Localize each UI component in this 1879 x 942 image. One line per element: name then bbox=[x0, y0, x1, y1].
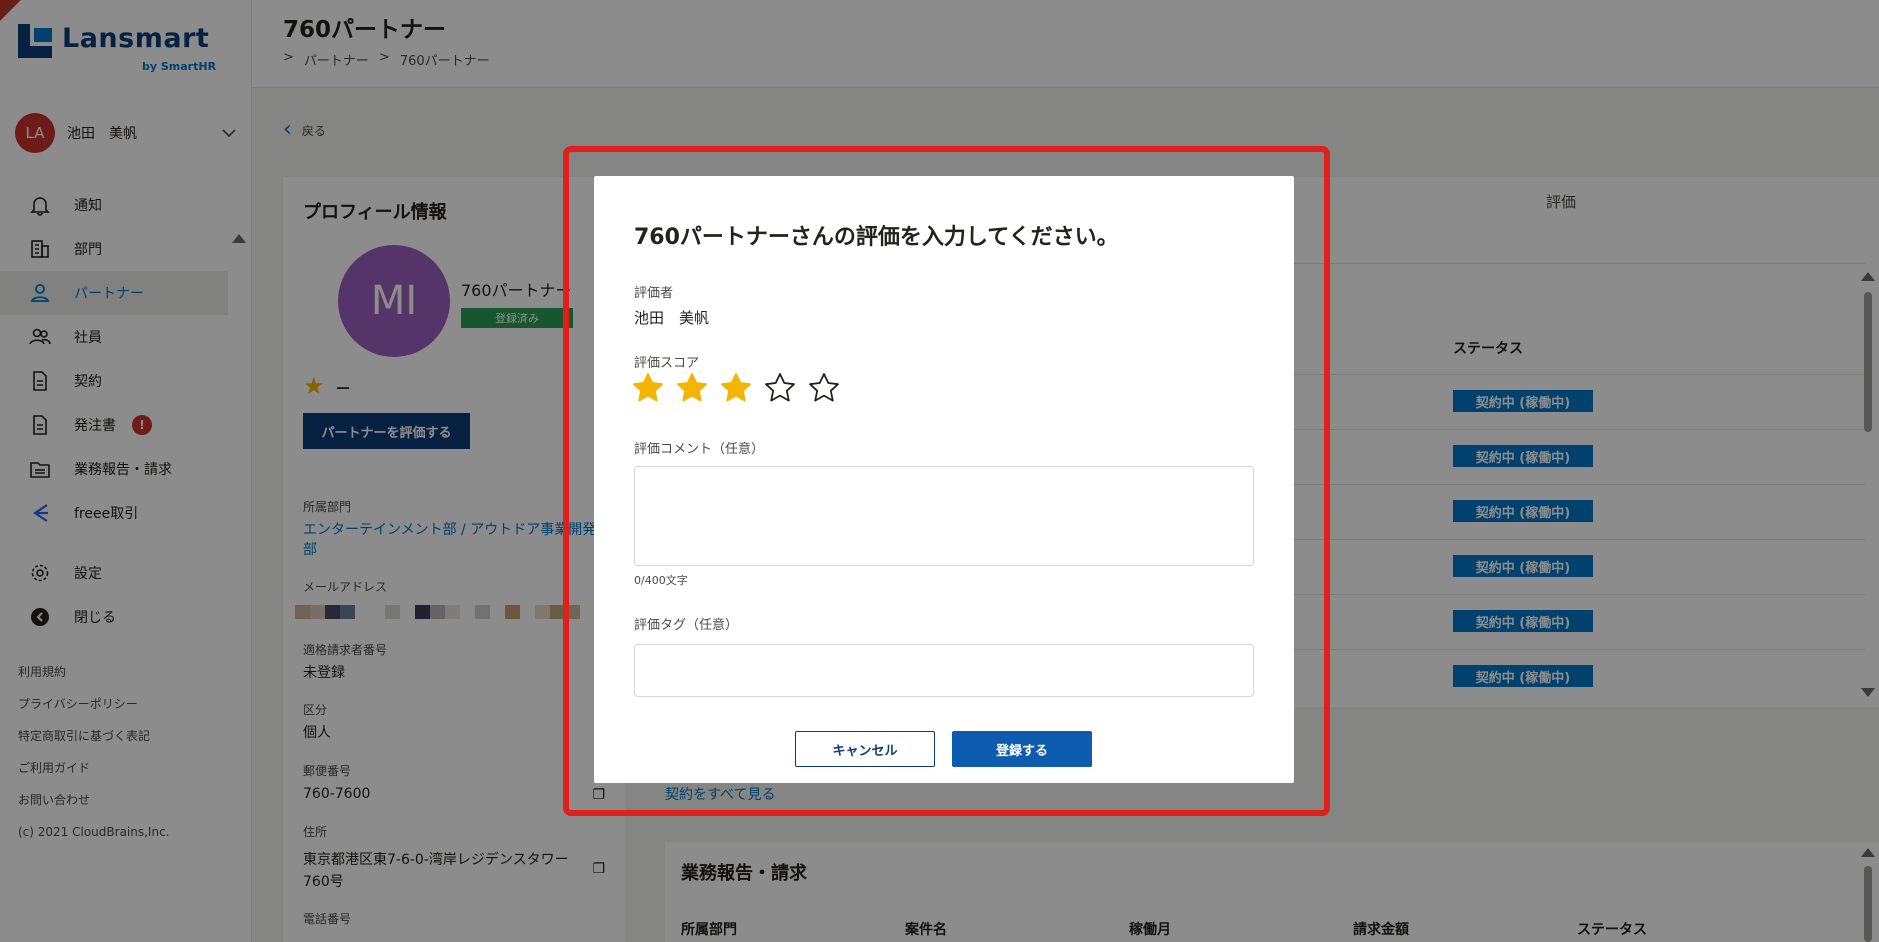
cancel-button[interactable]: キャンセル bbox=[795, 731, 935, 767]
evaluator-label: 評価者 bbox=[634, 286, 674, 301]
star-rating[interactable] bbox=[632, 372, 840, 404]
dialog-title: 760パートナーさんの評価を入力してください。 bbox=[634, 225, 1119, 250]
tag-label: 評価タグ（任意） bbox=[634, 618, 739, 633]
submit-button[interactable]: 登録する bbox=[952, 731, 1092, 767]
comment-textarea[interactable] bbox=[634, 466, 1254, 566]
comment-counter: 0/400文字 bbox=[634, 574, 688, 587]
star-filled-icon[interactable] bbox=[632, 372, 664, 404]
star-empty-icon[interactable] bbox=[764, 372, 796, 404]
star-filled-icon[interactable] bbox=[676, 372, 708, 404]
tag-input[interactable] bbox=[634, 644, 1254, 697]
evaluation-dialog: 760パートナーさんの評価を入力してください。 評価者 池田 美帆 評価スコア … bbox=[594, 176, 1294, 783]
star-filled-icon[interactable] bbox=[720, 372, 752, 404]
evaluator-value: 池田 美帆 bbox=[634, 309, 710, 327]
comment-label: 評価コメント（任意） bbox=[634, 442, 765, 457]
score-label: 評価スコア bbox=[634, 356, 700, 371]
star-empty-icon[interactable] bbox=[808, 372, 840, 404]
